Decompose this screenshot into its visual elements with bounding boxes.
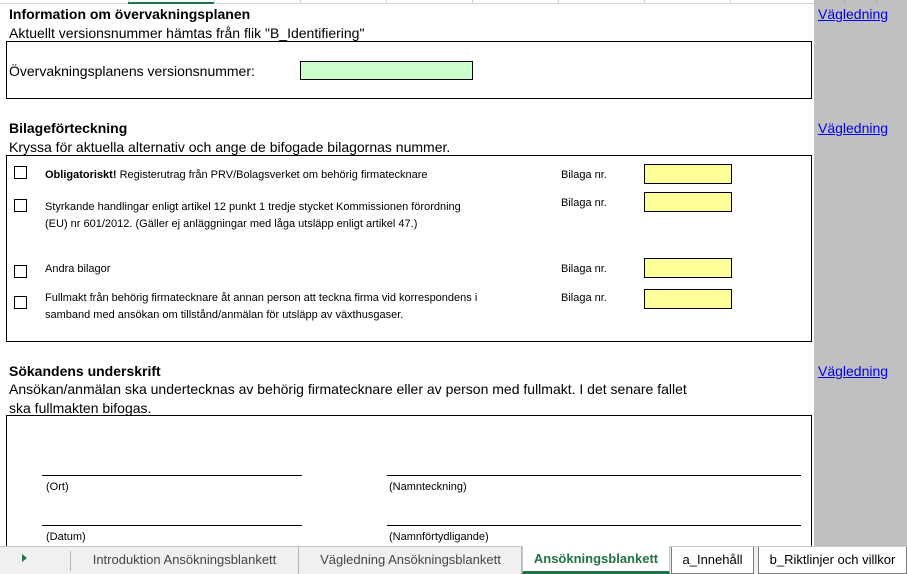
worksheet: Information om övervakningsplanen Vägled… [0,0,907,555]
tab-a-innehall[interactable]: a_Innehåll [671,547,754,574]
attachments-heading: Bilageförteckning [9,120,128,136]
ort-label: (Ort) [46,481,69,493]
attachment-checkbox-3[interactable] [14,265,27,278]
grid-tick [730,0,731,4]
attachment-checkbox-4[interactable] [14,296,27,309]
attachment-desc-1: Registerutrag från PRV/Bolagsverket om b… [119,169,428,181]
info-heading: Information om övervakningsplanen [9,6,251,22]
datum-label: (Datum) [46,531,86,543]
attachments-subtitle: Kryssa för aktuella alternativ och ange … [9,139,451,155]
version-number-field[interactable] [300,61,473,80]
attachment-desc-2: Styrkande handlingar enligt artikel 12 p… [45,201,461,230]
signature-heading: Sökandens underskrift [9,363,161,379]
grid-tick [876,0,877,4]
signature-box: (Ort) (Namnteckning) (Datum) (Namnförtyd… [6,415,812,555]
grid-tick [386,0,387,4]
attachment-nr-label-1: Bilaga nr. [561,169,607,181]
tab-scroll-right-icon[interactable] [22,554,27,562]
version-number-label: Övervakningsplanens versionsnummer: [9,63,255,79]
tab-introduktion[interactable]: Introduktion Ansökningsblankett [71,547,299,574]
attachment-nr-label-4: Bilaga nr. [561,292,607,304]
grid-tick [300,0,301,4]
grid-tick [472,0,473,4]
attachment-nr-field-3[interactable] [644,258,732,278]
attachment-checkbox-2[interactable] [14,199,27,212]
grid-tick [844,0,845,4]
attachment-desc-3: Andra bilagor [45,263,111,275]
tab-vagledning[interactable]: Vägledning Ansökningsblankett [300,547,522,574]
grid-tick [214,0,215,4]
datum-line[interactable] [42,525,302,526]
grid-tick [644,0,645,4]
signature-subtitle-line2: ska fullmakten bifogas. [9,400,152,416]
namnfortydligande-label: (Namnförtydligande) [389,531,489,543]
attachment-bold-1: Obligatoriskt! [45,169,117,181]
attachment-nr-field-4[interactable] [644,289,732,309]
info-guide-link[interactable]: Vägledning [818,6,888,22]
namnteckning-line[interactable] [387,475,801,476]
namnteckning-label: (Namnteckning) [389,481,467,493]
info-subtitle: Aktuellt versionsnummer hämtas från flik… [9,25,365,41]
attachments-box: Obligatoriskt! Registerutrag från PRV/Bo… [6,155,812,342]
ort-line[interactable] [42,475,302,476]
attachment-desc-4: Fullmakt från behörig firmatecknare åt a… [45,292,478,321]
column-grid-top [0,0,814,4]
attachment-nr-label-3: Bilaga nr. [561,263,607,275]
signature-subtitle-line1: Ansökan/anmälan ska undertecknas av behö… [9,381,687,397]
grid-tick [558,0,559,4]
attachment-nr-field-2[interactable] [644,192,732,212]
gray-margin-column [814,0,907,546]
attachments-guide-link[interactable]: Vägledning [818,120,888,136]
signature-guide-link[interactable]: Vägledning [818,363,888,379]
attachment-nr-label-2: Bilaga nr. [561,197,607,209]
attachment-checkbox-1[interactable] [14,166,27,179]
info-box: Övervakningsplanens versionsnummer: [6,41,812,99]
attachment-nr-field-1[interactable] [644,164,732,184]
sheet-tab-bar: Introduktion Ansökningsblankett Vägledni… [0,546,907,574]
namnfortydligande-line[interactable] [387,525,801,526]
selected-cell-indicator [128,2,214,4]
tab-b-riktlinjer[interactable]: b_Riktlinjer och villkor [758,547,907,574]
tab-ansokningsblankett[interactable]: Ansökningsblankett [522,546,670,574]
attachment-text-1: Obligatoriskt! Registerutrag från PRV/Bo… [45,167,535,184]
